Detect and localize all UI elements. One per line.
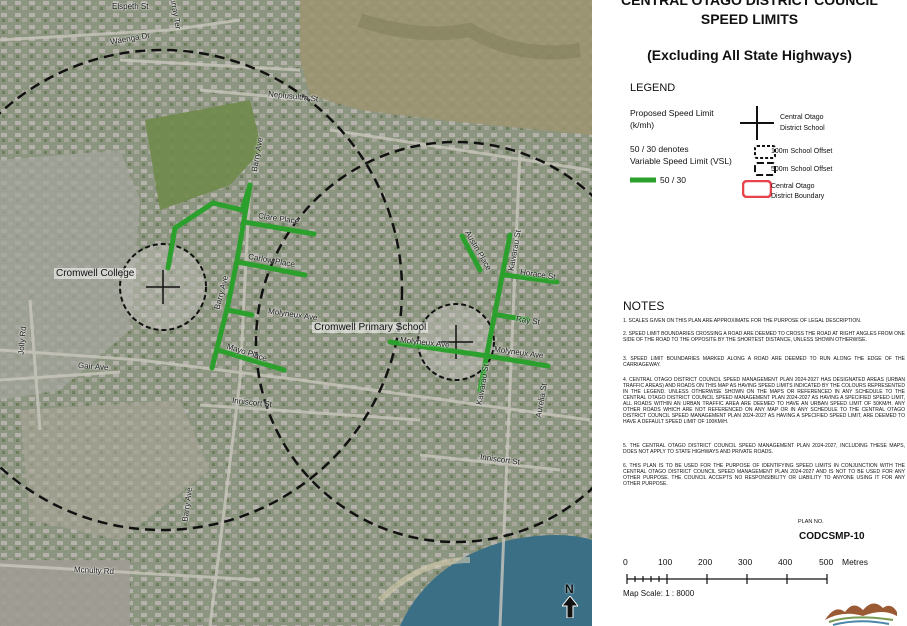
plan-number: CODCSMP-10 [799,531,865,542]
note-item: 1. Scales given on this plan are approxi… [623,318,862,324]
district-boundary-icon [742,180,772,198]
legend-proposed-line1: Proposed Speed Limit [630,108,714,118]
note-item: 5. The Central Otago District Council Sp… [623,443,905,455]
scale-tick-label: 500 [819,557,834,567]
scale-tick-label: 400 [778,557,793,567]
plan-title-line1: CENTRAL OTAGO DISTRICT COUNCIL [621,0,878,8]
legend-school-line2: District School [780,125,825,132]
school-cross-icon [740,106,774,140]
legend-panel: CENTRAL OTAGO DISTRICT COUNCIL SPEED LIM… [592,0,907,626]
plan-title-line2: SPEED LIMITS [700,11,799,27]
map-scale-text: Map Scale: 1 : 8000 [623,589,695,598]
scale-tick-label: 200 [698,557,713,567]
legend-boundary-line1: Central Otago [771,183,815,190]
north-arrow-icon: N [560,582,582,622]
legend-vsl-line1: 50 / 30 denotes [630,144,689,154]
legend-title: LEGEND [630,82,676,94]
council-logo-icon [825,603,897,626]
legend-boundary-line2: District Boundary [771,193,825,200]
legend-vsl-line2: Variable Speed Limit (VSL) [630,156,732,166]
north-label: N [565,582,574,596]
notes-title: NOTES [623,299,665,313]
map-view[interactable]: Cromwell College Cromwell Primary School… [0,0,592,626]
street-label: Elspeth St [112,2,149,11]
legend-school-line1: Central Otago [780,114,824,121]
scale-tick-label: 0 [623,557,628,567]
speed-zone-swatch-icon [630,177,656,183]
scale-unit-label: Metres [842,557,868,567]
plan-subtitle: (Excluding All State Highways) [647,47,852,63]
note-item: 3. Speed limit boundaries marked along a… [623,356,905,368]
plan-number-label: PLAN NO. [798,519,824,525]
note-item: 2. Speed limit boundaries crossing a roa… [623,331,905,343]
note-item: 6. This plan is to be used for the purpo… [623,463,905,487]
legend-offset-100m: 100m School Offset [771,148,833,155]
legend-vsl-value: 50 / 30 [660,175,686,185]
legend-offset-500m: 500m School Offset [771,166,833,173]
scale-tick-label: 300 [738,557,753,567]
legend-proposed-line2: (k/mh) [630,120,655,130]
note-item: 4. Central Otago District Council Speed … [623,377,905,425]
scale-tick-label: 100 [658,557,673,567]
school-label-cromwell-primary: Cromwell Primary School [312,322,429,333]
scale-bar [626,574,828,584]
school-label-cromwell-college: Cromwell College [54,268,137,279]
